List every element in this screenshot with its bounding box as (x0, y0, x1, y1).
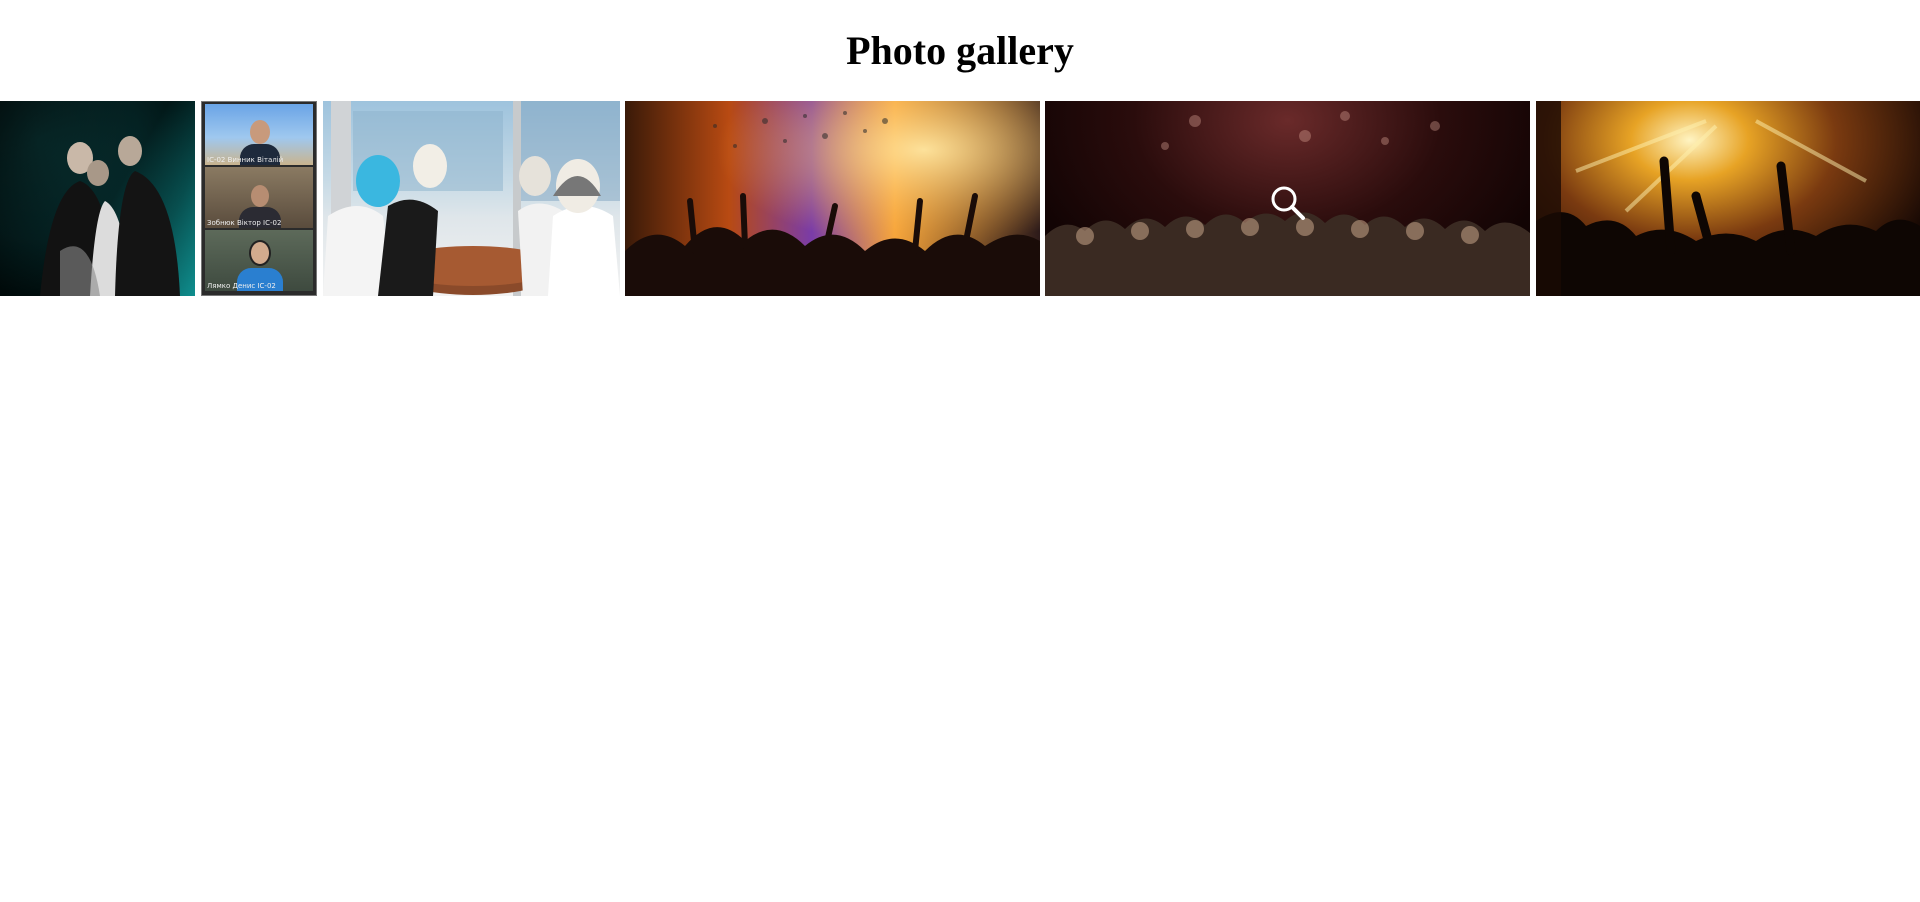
call-tile-1: ІС-02 Винник Віталій (205, 104, 313, 165)
photo-gallery: ІС-02 Винник Віталій Зобнюк Віктор ІС-02… (0, 101, 1920, 296)
call-tile-2-name: Зобнюк Віктор ІС-02 (207, 219, 282, 227)
photo-1-image (40, 136, 180, 296)
search-icon[interactable] (1268, 183, 1308, 223)
page-title: Photo gallery (846, 28, 1074, 73)
gallery-photo-6[interactable] (1536, 101, 1920, 296)
call-tile-3: Лямко Денис ІС-02 (205, 230, 313, 291)
gallery-photo-1[interactable] (0, 101, 195, 296)
photo-6-image (1536, 101, 1920, 296)
gallery-photo-4[interactable] (625, 101, 1040, 296)
call-tile-3-name: Лямко Денис ІС-02 (207, 282, 276, 290)
photo-4-image (625, 101, 1040, 296)
call-tile-1-name: ІС-02 Винник Віталій (207, 156, 284, 164)
gallery-photo-3[interactable] (323, 101, 620, 296)
call-tile-2: Зобнюк Віктор ІС-02 (205, 167, 313, 228)
gallery-photo-5[interactable] (1045, 101, 1530, 296)
gallery-photo-2[interactable]: ІС-02 Винник Віталій Зобнюк Віктор ІС-02… (201, 101, 317, 296)
photo-3-image (323, 101, 620, 296)
